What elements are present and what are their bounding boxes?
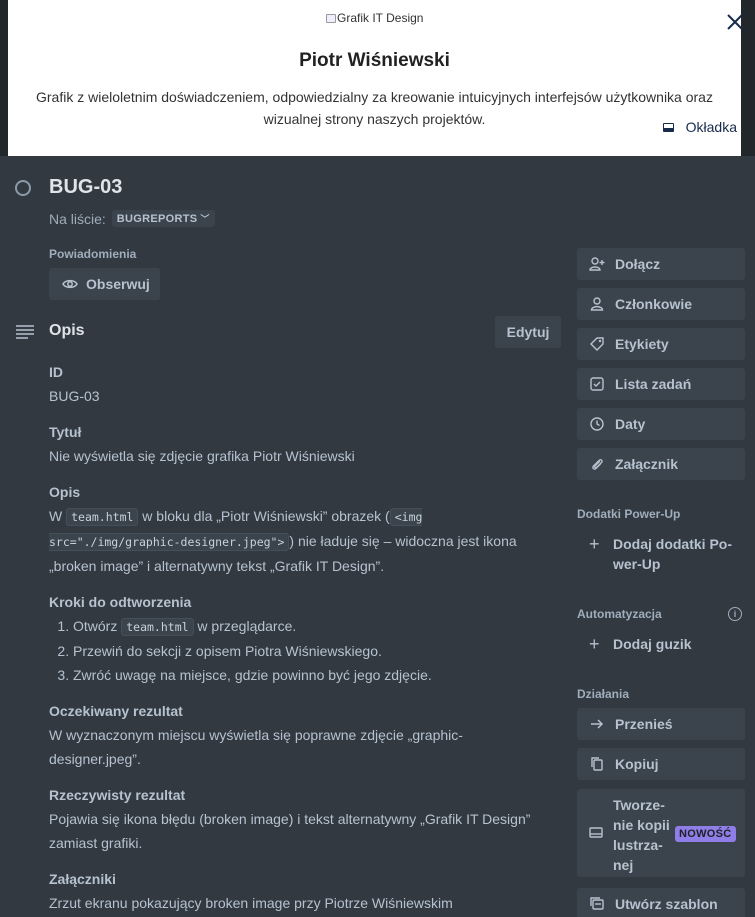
actions-label: Działania xyxy=(577,687,630,701)
mirror-copy-button[interactable]: Tworze- nie kopii lustrza- nej NOWOŚĆ xyxy=(577,789,745,877)
copy-icon xyxy=(591,757,603,771)
arrow-right-icon xyxy=(591,719,604,729)
steps-list: Otwórz team.html w przeglądarce. Przewiń… xyxy=(73,614,549,687)
members-label: Członkowie xyxy=(615,296,693,312)
desc-value: W team.html w bloku dla „Piotr Wiśniewsk… xyxy=(49,504,549,578)
mirror-label-line: lustrza- xyxy=(613,837,663,853)
move-label: Przenieś xyxy=(615,716,673,732)
card-cover: Grafik IT Design Piotr Wiśniewski Grafik… xyxy=(0,0,755,156)
mirror-copy-label: Tworze- nie kopii lustrza- nej xyxy=(613,795,673,875)
close-icon xyxy=(727,14,743,30)
plus-icon: + xyxy=(589,634,600,654)
checklist-label: Lista zadań xyxy=(615,376,692,392)
step-item: Przewiń do sekcji z opisem Piotra Wiśnie… xyxy=(73,639,549,663)
id-heading: ID xyxy=(49,364,63,380)
step-text: Otwórz xyxy=(73,618,122,634)
id-value: BUG-03 xyxy=(49,388,100,404)
broken-image-alt-text: Grafik IT Design xyxy=(337,11,424,25)
add-button-button[interactable]: + Dodaj guzik xyxy=(577,634,745,654)
plus-icon: + xyxy=(589,534,600,554)
card-complete-checkbox[interactable] xyxy=(15,180,31,196)
broken-image: Grafik IT Design xyxy=(326,11,423,25)
automation-label: Automatyzacja xyxy=(577,607,662,621)
person-icon xyxy=(590,297,604,311)
title-value: Nie wyświetla się zdjęcie grafika Piotr … xyxy=(49,448,355,464)
info-icon[interactable]: i xyxy=(728,607,742,621)
copy-label: Kopiuj xyxy=(615,756,659,772)
expected-value: W wyznaczonym miejscu wyświetla się popr… xyxy=(49,727,463,767)
attachment-label: Załącznik xyxy=(615,456,679,472)
cover-button[interactable]: Okładka xyxy=(662,119,737,135)
chevron-down-icon: ﹀ xyxy=(200,214,210,224)
step-item: Zwróć uwagę na miejsce, gdzie powinno by… xyxy=(73,663,549,687)
labels-button[interactable]: Etykiety xyxy=(577,328,745,360)
tag-icon xyxy=(590,337,604,351)
cover-content: Grafik IT Design Piotr Wiśniewski Grafik… xyxy=(8,0,741,156)
mirror-label-line: Tworze- xyxy=(613,797,665,813)
notifications-label: Powiadomienia xyxy=(49,247,137,261)
close-button[interactable] xyxy=(725,12,745,32)
mirror-icon xyxy=(589,827,603,838)
eye-icon xyxy=(62,279,78,289)
powerups-label: Dodatki Power-Up xyxy=(577,507,681,521)
step-item: Otwórz team.html w przeglądarce. xyxy=(73,614,549,639)
description-icon xyxy=(16,325,34,339)
dates-button[interactable]: Daty xyxy=(577,408,745,440)
join-label: Dołącz xyxy=(615,256,661,272)
add-powerups-label-line: wer-Up xyxy=(613,556,661,572)
inline-code: team.html xyxy=(121,618,194,636)
cover-icon xyxy=(662,122,674,132)
actual-value: Pojawia się ikona błędu (broken image) i… xyxy=(49,811,531,851)
in-list: Na liście: BUGREPORTS ﹀ xyxy=(49,210,215,227)
move-button[interactable]: Przenieś xyxy=(577,708,745,740)
description-content[interactable]: ID BUG-03 Tytuł Nie wyświetla się zdjęci… xyxy=(49,360,549,917)
dates-label: Daty xyxy=(615,416,646,432)
add-member-icon xyxy=(589,257,605,271)
create-template-label: Utwórz szablon xyxy=(615,896,718,912)
desc-text: w bloku dla „Piotr Wiśniewski” obrazek ( xyxy=(138,508,390,524)
add-button-label: Dodaj guzik xyxy=(613,636,692,652)
copy-button[interactable]: Kopiuj xyxy=(577,748,745,780)
attachments-heading: Załączniki xyxy=(49,871,116,887)
mirror-label-line: nie kopii xyxy=(613,817,670,833)
watch-button-label: Obserwuj xyxy=(86,276,150,292)
new-badge: NOWOŚĆ xyxy=(675,826,736,842)
card-title[interactable]: BUG-03 xyxy=(49,176,122,199)
attachment-button[interactable]: Załącznik xyxy=(577,448,745,480)
attachments-value: Zrzut ekranu pokazujący broken image prz… xyxy=(49,895,453,911)
add-powerups-button[interactable]: + Dodaj dodatki Po- wer-Up xyxy=(577,534,745,574)
labels-label: Etykiety xyxy=(615,336,669,352)
desc-heading: Opis xyxy=(49,484,81,500)
desc-text: W xyxy=(49,508,67,524)
join-button[interactable]: Dołącz xyxy=(577,248,745,280)
watch-button[interactable]: Obserwuj xyxy=(49,268,160,300)
template-icon xyxy=(590,897,604,910)
edit-description-button[interactable]: Edytuj xyxy=(495,316,561,348)
list-selector[interactable]: BUGREPORTS ﹀ xyxy=(111,210,215,227)
description-heading: Opis xyxy=(49,322,85,339)
members-button[interactable]: Członkowie xyxy=(577,288,745,320)
broken-image-icon xyxy=(326,13,336,23)
cover-person-description: Grafik z wieloletnim doświadczeniem, odp… xyxy=(36,89,713,127)
actual-heading: Rzeczywisty rezultat xyxy=(49,787,186,803)
mirror-label-line: nej xyxy=(613,857,634,873)
create-template-button[interactable]: Utwórz szablon xyxy=(577,888,745,917)
checklist-button[interactable]: Lista zadań xyxy=(577,368,745,400)
in-list-label: Na liście: xyxy=(49,210,106,227)
cover-person-name: Piotr Wiśniewski xyxy=(299,50,450,71)
cover-button-label: Okładka xyxy=(685,119,737,135)
list-name: BUGREPORTS xyxy=(116,212,198,225)
checklist-icon xyxy=(590,377,604,391)
title-heading: Tytuł xyxy=(49,424,82,440)
add-powerups-label: Dodaj dodatki Po- wer-Up xyxy=(613,534,732,574)
step-text: w przeglądarce. xyxy=(193,618,297,634)
expected-heading: Oczekiwany rezultat xyxy=(49,703,183,719)
add-powerups-label-line: Dodaj dodatki Po- xyxy=(613,536,732,552)
steps-heading: Kroki do odtworzenia xyxy=(49,594,192,610)
clock-icon xyxy=(590,417,604,431)
paperclip-icon xyxy=(592,458,603,470)
inline-code: team.html xyxy=(66,508,139,526)
